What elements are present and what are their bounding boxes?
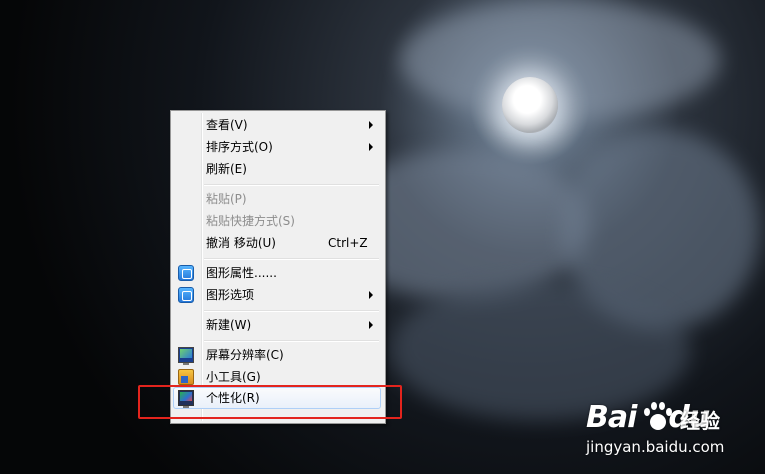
menu-item-label: 屏幕分辨率(C) — [206, 348, 284, 362]
menu-item-label: 查看(V) — [206, 118, 248, 132]
paw-icon — [642, 402, 672, 432]
menu-item-label: 新建(W) — [206, 318, 252, 332]
submenu-arrow-icon — [369, 291, 373, 299]
monitor-icon — [178, 347, 194, 365]
menu-item-new[interactable]: 新建(W) — [173, 314, 381, 336]
menu-item-label: 排序方式(O) — [206, 140, 273, 154]
cloud — [400, 0, 720, 120]
graphics-icon — [178, 265, 194, 281]
menu-item-refresh[interactable]: 刷新(E) — [173, 158, 381, 180]
menu-separator — [204, 310, 379, 312]
menu-item-screen-resolution[interactable]: 屏幕分辨率(C) — [173, 344, 381, 366]
menu-item-label: 图形选项 — [206, 288, 255, 302]
desktop-context-menu: 查看(V) 排序方式(O) 刷新(E) 粘贴(P) 粘贴快捷方式(S) 撤消 移… — [170, 110, 386, 424]
menu-item-sort-by[interactable]: 排序方式(O) — [173, 136, 381, 158]
graphics-icon — [178, 287, 194, 303]
menu-item-graphics-properties[interactable]: 图形属性...... — [173, 262, 381, 284]
moon-image — [502, 77, 558, 133]
menu-separator — [204, 258, 379, 260]
menu-item-shortcut: Ctrl+Z — [328, 236, 368, 250]
menu-separator — [204, 184, 379, 186]
watermark-url: jingyan.baidu.com — [586, 438, 725, 456]
submenu-arrow-icon — [369, 143, 373, 151]
menu-item-view[interactable]: 查看(V) — [173, 114, 381, 136]
menu-item-undo-move[interactable]: 撤消 移动(U) Ctrl+Z — [173, 232, 381, 254]
menu-item-paste-shortcut[interactable]: 粘贴快捷方式(S) — [173, 210, 381, 232]
menu-item-paste[interactable]: 粘贴(P) — [173, 188, 381, 210]
menu-separator — [204, 340, 379, 342]
menu-item-graphics-options[interactable]: 图形选项 — [173, 284, 381, 306]
menu-item-label: 图形属性...... — [206, 266, 277, 280]
jingyan-name: 经验 — [680, 409, 720, 433]
cloud — [390, 280, 690, 420]
baidu-jingyan-watermark: Bai du 经验 jingyan.baidu.com — [586, 400, 761, 470]
gadget-icon — [178, 369, 194, 385]
menu-item-label: 撤消 移动(U) — [206, 236, 276, 250]
submenu-arrow-icon — [369, 121, 373, 129]
menu-item-label: 粘贴快捷方式(S) — [206, 214, 295, 228]
menu-item-label: 粘贴(P) — [206, 192, 247, 206]
menu-item-label: 刷新(E) — [206, 162, 247, 176]
submenu-arrow-icon — [369, 321, 373, 329]
annotation-highlight-box — [138, 385, 402, 419]
